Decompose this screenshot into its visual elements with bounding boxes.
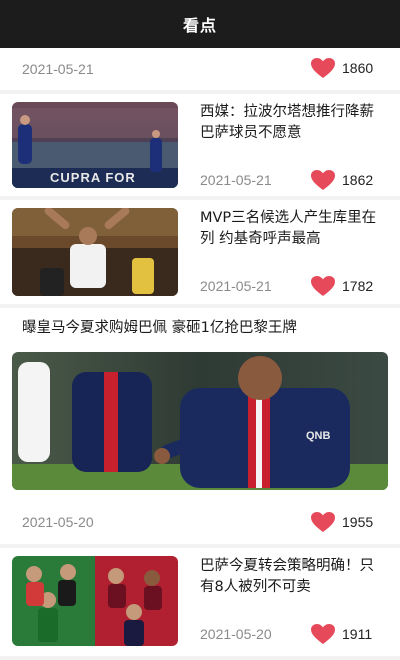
heart-icon: [311, 512, 335, 532]
thumbnail-image: [12, 208, 178, 296]
like-count: 1862: [342, 172, 374, 188]
heart-icon: [311, 170, 335, 190]
like-count: 1782: [342, 278, 374, 294]
app-screen: 看点 2021-05-21 1860 CUPRA FOR 西媒：拉波尔塔想推行降…: [0, 0, 400, 660]
news-thumbnail[interactable]: [12, 556, 178, 646]
like-button[interactable]: 1860: [310, 57, 373, 79]
news-title[interactable]: 曝皇马今夏求购姆巴佩 豪砸1亿抢巴黎王牌: [22, 318, 382, 339]
news-date: 2021-05-21: [200, 172, 272, 188]
thumbnail-sponsor-text: QNB: [306, 430, 331, 442]
thumbnail-image: [12, 352, 388, 490]
heart-icon: [311, 276, 335, 296]
like-button[interactable]: 1782: [310, 275, 373, 297]
news-card-3[interactable]: 曝皇马今夏求购姆巴佩 豪砸1亿抢巴黎王牌 QNB 2021-05-20 1955: [0, 308, 400, 544]
page-title: 看点: [182, 16, 217, 35]
news-date: 2021-05-20: [22, 514, 94, 530]
like-count: 1860: [342, 60, 374, 76]
news-thumbnail[interactable]: CUPRA FOR: [12, 102, 178, 188]
news-card-2[interactable]: MVP三名候选人产生库里在列 约基奇呼声最高 2021-05-21 1782: [0, 200, 400, 304]
top-bar: 看点: [0, 0, 400, 48]
news-title[interactable]: 西媒：拉波尔塔想推行降薪 巴萨球员不愿意: [200, 102, 385, 144]
like-button[interactable]: 1862: [310, 169, 373, 191]
heart-icon: [311, 624, 335, 644]
news-date: 2021-05-21: [22, 61, 94, 77]
heart-icon: [311, 58, 335, 78]
news-thumbnail[interactable]: [12, 208, 178, 296]
news-card-1[interactable]: CUPRA FOR 西媒：拉波尔塔想推行降薪 巴萨球员不愿意 2021-05-2…: [0, 94, 400, 196]
news-date: 2021-05-20: [200, 626, 272, 642]
like-button[interactable]: 1955: [310, 511, 373, 533]
thumbnail-banner-text: CUPRA FOR: [50, 170, 136, 185]
news-card-4[interactable]: 巴萨今夏转会策略明确！只有8人被列不可卖 2021-05-20 1911: [0, 548, 400, 656]
like-count: 1911: [342, 626, 373, 642]
like-count: 1955: [342, 514, 374, 530]
news-thumbnail[interactable]: QNB: [12, 352, 388, 490]
news-card-0[interactable]: 2021-05-21 1860: [0, 48, 400, 90]
news-title[interactable]: 巴萨今夏转会策略明确！只有8人被列不可卖: [200, 556, 385, 598]
thumbnail-image: [12, 556, 178, 646]
news-date: 2021-05-21: [200, 278, 272, 294]
news-title[interactable]: MVP三名候选人产生库里在列 约基奇呼声最高: [200, 208, 385, 250]
like-button[interactable]: 1911: [310, 623, 372, 645]
